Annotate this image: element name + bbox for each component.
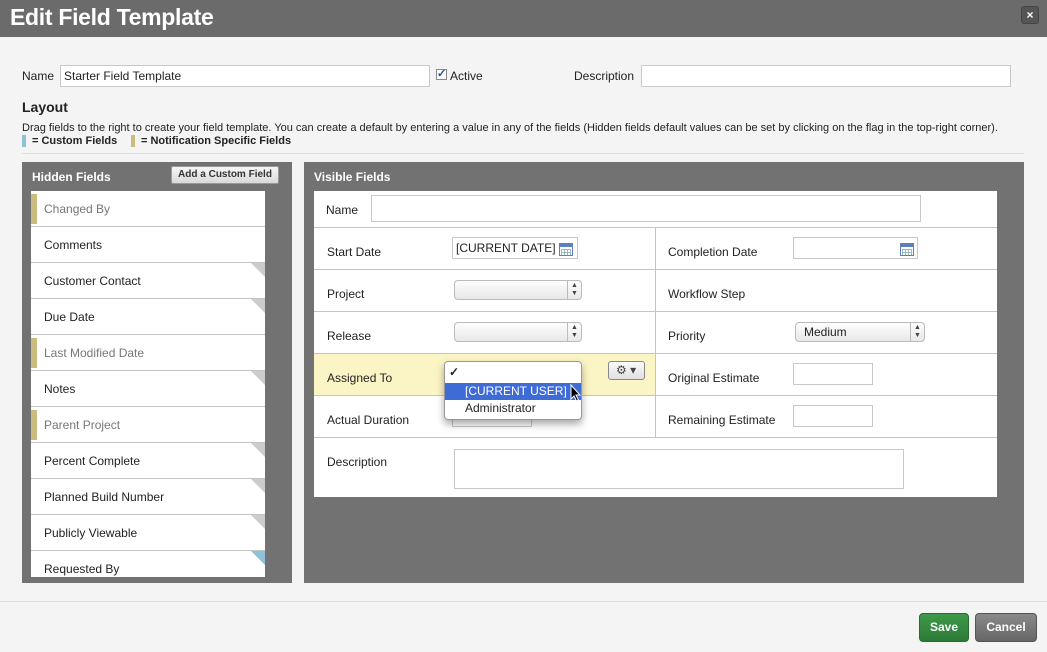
description-label: Description bbox=[574, 69, 635, 83]
original-estimate-input[interactable] bbox=[793, 363, 873, 385]
hidden-field-label: Planned Build Number bbox=[44, 490, 165, 504]
save-button[interactable]: Save bbox=[919, 613, 969, 642]
hidden-field-item[interactable]: Parent Project bbox=[31, 407, 265, 443]
vf-name-label: Name bbox=[326, 203, 359, 217]
vf-description-input[interactable] bbox=[454, 449, 904, 489]
mouse-pointer-icon bbox=[570, 384, 582, 402]
column-divider bbox=[655, 228, 656, 438]
hidden-field-item[interactable]: Planned Build Number bbox=[31, 479, 265, 515]
hidden-fields-title: Hidden Fields bbox=[32, 170, 111, 184]
hidden-fields-list: Changed By Comments Customer Contact Due Da… bbox=[31, 191, 265, 577]
dropdown-option-administrator[interactable]: Administrator bbox=[445, 400, 581, 417]
actual-duration-label: Actual Duration bbox=[327, 413, 410, 427]
remaining-estimate-input[interactable] bbox=[793, 405, 873, 427]
section-divider bbox=[22, 153, 1024, 154]
vf-name-input[interactable] bbox=[371, 195, 921, 222]
priority-value: Medium bbox=[804, 325, 847, 339]
start-date-calendar-icon[interactable] bbox=[559, 243, 573, 256]
close-icon[interactable]: × bbox=[1021, 6, 1039, 24]
default-value-flag-icon[interactable] bbox=[251, 299, 265, 313]
default-value-flag-icon[interactable] bbox=[251, 551, 265, 565]
hidden-field-item[interactable]: Publicly Viewable bbox=[31, 515, 265, 551]
visible-fields-grid: Name Start Date [CURRENT DATE] Completio… bbox=[314, 191, 997, 497]
original-estimate-label: Original Estimate bbox=[668, 371, 760, 385]
hidden-field-label: Customer Contact bbox=[44, 274, 141, 288]
select-arrows-icon: ▲ ▼ bbox=[567, 281, 581, 299]
priority-select[interactable]: Medium ▲ ▼ bbox=[795, 322, 925, 342]
default-value-flag-icon[interactable] bbox=[251, 371, 265, 385]
priority-label: Priority bbox=[668, 329, 706, 343]
dropdown-option-empty[interactable]: ✓ bbox=[445, 364, 581, 381]
hidden-field-label: Comments bbox=[44, 238, 103, 252]
footer-divider bbox=[0, 601, 1047, 602]
release-label: Release bbox=[327, 329, 372, 343]
dialog-title: Edit Field Template bbox=[10, 4, 214, 30]
hidden-field-item[interactable]: Due Date bbox=[31, 299, 265, 335]
dropdown-option-current-user[interactable]: [CURRENT USER] bbox=[445, 383, 581, 400]
hidden-field-item[interactable]: Notes bbox=[31, 371, 265, 407]
vf-description-label: Description bbox=[327, 455, 388, 469]
legend-notification: = Notification Specific Fields bbox=[131, 135, 291, 147]
completion-date-label: Completion Date bbox=[668, 245, 758, 259]
legend-notification-label: = Notification Specific Fields bbox=[141, 135, 292, 147]
visible-fields-title: Visible Fields bbox=[314, 170, 391, 184]
hidden-field-item[interactable]: Changed By bbox=[31, 191, 265, 227]
template-description-input[interactable] bbox=[641, 65, 1011, 87]
assigned-to-dropdown[interactable]: ✓ [CURRENT USER] Administrator bbox=[444, 361, 582, 420]
hidden-field-item[interactable]: Customer Contact bbox=[31, 263, 265, 299]
project-label: Project bbox=[327, 287, 365, 301]
hidden-field-item[interactable]: Requested By bbox=[31, 551, 265, 577]
notification-swatch bbox=[131, 135, 135, 147]
layout-heading: Layout bbox=[22, 99, 68, 115]
legend-custom-label: = Custom Fields bbox=[32, 135, 118, 147]
hidden-field-label: Due Date bbox=[44, 310, 95, 324]
select-arrows-icon: ▲ ▼ bbox=[567, 323, 581, 341]
legend-custom: = Custom Fields bbox=[22, 135, 117, 147]
custom-swatch bbox=[22, 135, 26, 147]
default-value-flag-icon[interactable] bbox=[251, 515, 265, 529]
dialog-titlebar: Edit Field Template × bbox=[0, 0, 1047, 37]
hidden-field-label: Last Modified Date bbox=[44, 346, 145, 360]
workflow-step-label: Workflow Step bbox=[668, 287, 746, 301]
hidden-field-label: Parent Project bbox=[44, 418, 121, 432]
hidden-field-label: Requested By bbox=[44, 562, 120, 576]
default-value-flag-icon[interactable] bbox=[251, 443, 265, 457]
hidden-field-label: Changed By bbox=[44, 202, 111, 216]
release-select[interactable]: ▲ ▼ bbox=[454, 322, 582, 342]
hidden-field-label: Notes bbox=[44, 382, 76, 396]
check-icon: ✓ bbox=[449, 365, 460, 379]
completion-date-calendar-icon[interactable] bbox=[900, 243, 914, 256]
default-value-flag-icon[interactable] bbox=[251, 263, 265, 277]
cancel-button[interactable]: Cancel bbox=[975, 613, 1037, 642]
assigned-to-label: Assigned To bbox=[327, 371, 393, 385]
select-arrows-icon: ▲ ▼ bbox=[910, 323, 924, 341]
default-value-flag-icon[interactable] bbox=[251, 479, 265, 493]
start-date-label: Start Date bbox=[327, 245, 382, 259]
project-select[interactable]: ▲ ▼ bbox=[454, 280, 582, 300]
assigned-settings-gear-icon[interactable]: ⚙ ▾ bbox=[608, 361, 645, 380]
hidden-field-label: Publicly Viewable bbox=[44, 526, 138, 540]
name-label: Name bbox=[22, 69, 55, 83]
hidden-field-label: Percent Complete bbox=[44, 454, 141, 468]
template-name-input[interactable]: Starter Field Template bbox=[60, 65, 430, 87]
active-label: Active bbox=[450, 69, 483, 83]
hidden-field-item[interactable]: Percent Complete bbox=[31, 443, 265, 479]
active-checkbox[interactable]: ✓ bbox=[436, 69, 447, 80]
add-custom-field-button[interactable]: Add a Custom Field bbox=[171, 166, 279, 184]
layout-help-text: Drag fields to the right to create your … bbox=[22, 122, 998, 134]
hidden-field-item[interactable]: Last Modified Date bbox=[31, 335, 265, 371]
remaining-estimate-label: Remaining Estimate bbox=[668, 413, 776, 427]
hidden-field-item[interactable]: Comments bbox=[31, 227, 265, 263]
